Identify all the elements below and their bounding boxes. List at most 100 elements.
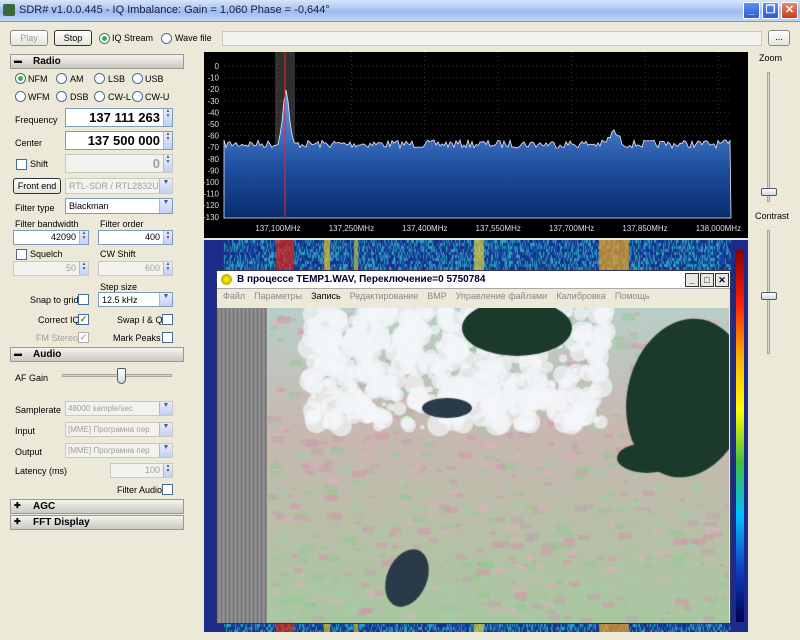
- center-value: 137 500 000: [87, 133, 160, 148]
- shift-input[interactable]: 0 ▲ ▼: [65, 154, 173, 173]
- latency-input[interactable]: 100 ▲ ▼: [110, 463, 173, 478]
- squelch-checkbox[interactable]: [16, 249, 27, 260]
- menu-edit[interactable]: Редактирование: [350, 291, 419, 301]
- squelch-spinner[interactable]: ▲ ▼: [79, 262, 88, 275]
- af-gain-slider[interactable]: [62, 366, 172, 388]
- play-button[interactable]: Play: [10, 30, 48, 46]
- mode-lsb-label: LSB: [108, 74, 126, 84]
- filter-bandwidth-input[interactable]: 42090 ▲ ▼: [13, 230, 89, 245]
- dialog-maximize-button[interactable]: □: [700, 273, 714, 287]
- close-button[interactable]: ✕: [781, 2, 798, 19]
- filter-bandwidth-label: Filter bandwidth: [15, 219, 79, 229]
- dialog-minimize-button[interactable]: _: [685, 273, 699, 287]
- freq-tick-label: 137,850MHz: [622, 224, 667, 233]
- expand-icon: ✚: [14, 501, 21, 510]
- samplerate-value: 48000 sample/sec: [68, 404, 133, 413]
- db-tick-label: -60: [207, 132, 219, 141]
- cw-shift-input[interactable]: 600 ▲ ▼: [98, 261, 173, 276]
- input-value: [MME] Програмна пер: [68, 425, 150, 434]
- filter-order-label: Filter order: [100, 219, 144, 229]
- menu-file[interactable]: Файл: [223, 291, 245, 301]
- db-tick-label: -110: [204, 190, 220, 199]
- af-gain-thumb[interactable]: [117, 368, 126, 384]
- mode-nfm-radio[interactable]: [15, 73, 26, 84]
- center-spinner[interactable]: ▲ ▼: [163, 132, 172, 149]
- input-label: Input: [15, 426, 36, 436]
- zoom-thumb[interactable]: [761, 187, 777, 196]
- mode-lsb-radio[interactable]: [94, 73, 105, 84]
- squelch-input[interactable]: 50 ▲ ▼: [13, 261, 89, 276]
- front-end-select[interactable]: RTL-SDR / RTL2832U ▼: [65, 178, 173, 194]
- mode-wfm-radio[interactable]: [15, 91, 26, 102]
- mode-cwl-radio[interactable]: [94, 91, 105, 102]
- audio-section-header[interactable]: ▬ Audio: [10, 347, 184, 362]
- spectrum-plot[interactable]: 0 -10 -20 -30 -40 -50 -60 -70 -80 -90 -100 -110 -120…: [203, 52, 748, 238]
- freq-tick-label: 137,100MHz: [255, 224, 300, 233]
- chevron-down-icon: ▼: [159, 199, 172, 213]
- contrast-thumb[interactable]: [761, 292, 777, 301]
- filter-audio-label: Filter Audio: [117, 485, 163, 495]
- fft-display-section-header[interactable]: ✚ FFT Display: [10, 515, 184, 530]
- squelch-value: 50: [65, 263, 76, 273]
- menu-bmp[interactable]: BMP: [427, 291, 447, 301]
- frequency-input[interactable]: 137 111 263 ▲ ▼: [65, 108, 173, 127]
- snap-to-grid-checkbox[interactable]: [78, 294, 89, 305]
- menu-record[interactable]: Запись: [311, 291, 341, 301]
- freq-tick-label: 137,550MHz: [476, 224, 521, 233]
- wxtoimg-dialog[interactable]: В процессе TEMP1.WAV, Переключение=0 575…: [216, 270, 731, 624]
- dialog-close-button[interactable]: ✕: [715, 273, 729, 287]
- swap-iq-checkbox[interactable]: [162, 314, 173, 325]
- correct-iq-checkbox[interactable]: ✓: [78, 314, 89, 325]
- db-tick-label: -130: [204, 213, 220, 222]
- mode-nfm-label: NFM: [28, 74, 48, 84]
- step-size-select[interactable]: 12.5 kHz ▼: [98, 292, 173, 307]
- menu-help[interactable]: Помощь: [615, 291, 650, 301]
- filter-order-spinner[interactable]: ▲ ▼: [163, 231, 172, 244]
- browse-button[interactable]: ...: [768, 30, 790, 46]
- mode-dsb-radio[interactable]: [56, 91, 67, 102]
- wave-file-radio[interactable]: [161, 33, 172, 44]
- filter-bandwidth-spinner[interactable]: ▲ ▼: [79, 231, 88, 244]
- freq-tick-label: 137,400MHz: [402, 224, 447, 233]
- step-size-label: Step size: [100, 282, 138, 292]
- satellite-icon: [221, 274, 232, 285]
- center-label: Center: [15, 138, 43, 148]
- menu-file-manager[interactable]: Управление файлами: [456, 291, 547, 301]
- iq-stream-radio[interactable]: [99, 33, 110, 44]
- filter-order-input[interactable]: 400 ▲ ▼: [98, 230, 173, 245]
- output-select[interactable]: [MME] Програмна пер ▼: [65, 443, 173, 458]
- frequency-spinner[interactable]: ▲ ▼: [163, 109, 172, 126]
- mode-cwu-radio[interactable]: [132, 91, 143, 102]
- cw-shift-spinner[interactable]: ▲ ▼: [163, 262, 172, 275]
- minimize-button[interactable]: _: [743, 2, 760, 19]
- correct-iq-label: Correct IQ: [38, 315, 80, 325]
- menu-parameters[interactable]: Параметры: [254, 291, 302, 301]
- filter-type-select[interactable]: Blackman ▼: [65, 198, 173, 214]
- shift-spinner[interactable]: ▲ ▼: [163, 155, 172, 172]
- center-input[interactable]: 137 500 000 ▲ ▼: [65, 131, 173, 150]
- front-end-button[interactable]: Front end: [13, 178, 61, 194]
- db-tick-label: -120: [204, 201, 220, 210]
- wave-file-path-input[interactable]: [222, 31, 762, 46]
- samplerate-select[interactable]: 48000 sample/sec ▼: [65, 401, 173, 416]
- step-size-value: 12.5 kHz: [102, 295, 138, 305]
- menu-calibration[interactable]: Калибровка: [556, 291, 606, 301]
- zoom-track[interactable]: [767, 72, 770, 202]
- mark-peaks-checkbox[interactable]: [162, 332, 173, 343]
- mark-peaks-label: Mark Peaks: [113, 333, 161, 343]
- latency-spinner[interactable]: ▲ ▼: [163, 464, 172, 477]
- stop-button[interactable]: Stop: [54, 30, 92, 46]
- spectrum-panel[interactable]: 0 -10 -20 -30 -40 -50 -60 -70 -80 -90 -100 -110 -120…: [203, 52, 748, 238]
- mode-usb-radio[interactable]: [132, 73, 143, 84]
- maximize-button[interactable]: ❐: [762, 2, 779, 19]
- fm-stereo-checkbox[interactable]: ✓: [78, 332, 89, 343]
- af-gain-label: AF Gain: [15, 373, 49, 383]
- input-select[interactable]: [MME] Програмна пер ▼: [65, 422, 173, 437]
- shift-checkbox[interactable]: [16, 159, 27, 170]
- agc-section-header[interactable]: ✚ AGC: [10, 499, 184, 514]
- filter-audio-checkbox[interactable]: [162, 484, 173, 495]
- latency-value: 100: [144, 465, 160, 475]
- radio-section-header[interactable]: ▬ Radio: [10, 54, 184, 69]
- mode-am-radio[interactable]: [56, 73, 67, 84]
- collapse-icon: ▬: [14, 56, 22, 65]
